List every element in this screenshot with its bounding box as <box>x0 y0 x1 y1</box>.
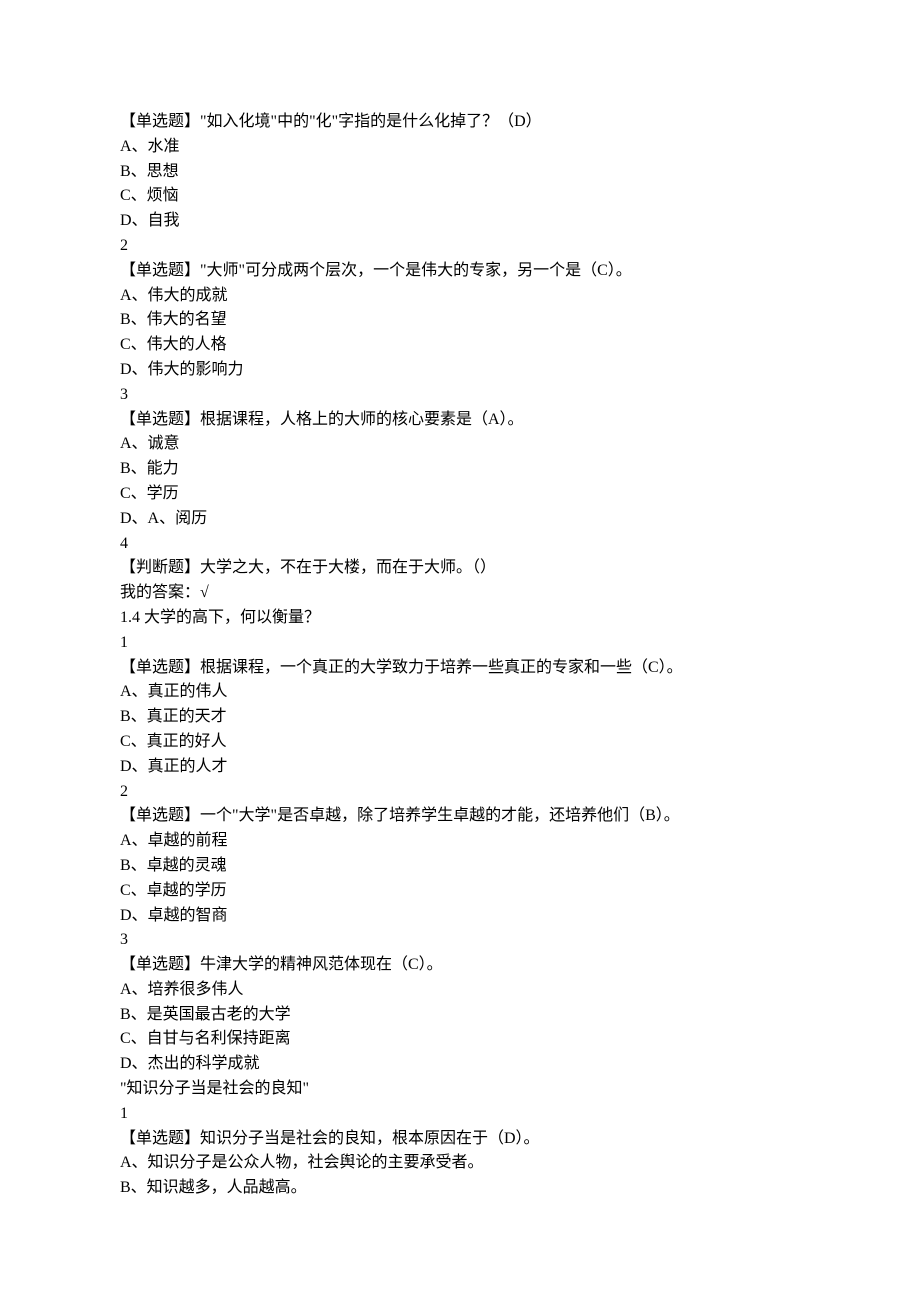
text-line: D、自我 <box>120 209 800 234</box>
text-line: 1 <box>120 631 800 656</box>
text-line: B、是英国最古老的大学 <box>120 1003 800 1028</box>
text-line: C、真正的好人 <box>120 730 800 755</box>
text-line: C、烦恼 <box>120 184 800 209</box>
text-line: A、水准 <box>120 135 800 160</box>
text-line: C、伟大的人格 <box>120 333 800 358</box>
text-line: 2 <box>120 234 800 259</box>
text-line: "知识分子当是社会的良知" <box>120 1077 800 1102</box>
text-line: B、思想 <box>120 160 800 185</box>
text-line: 【单选题】根据课程，一个真正的大学致力于培养一些真正的专家和一些（C）。 <box>120 656 800 681</box>
text-line: 【单选题】牛津大学的精神风范体现在（C）。 <box>120 953 800 978</box>
text-line: 2 <box>120 780 800 805</box>
text-line: 1 <box>120 1102 800 1127</box>
text-line: 【单选题】根据课程，人格上的大师的核心要素是（A）。 <box>120 408 800 433</box>
text-line: A、培养很多伟人 <box>120 978 800 1003</box>
text-line: 3 <box>120 383 800 408</box>
text-line: B、真正的天才 <box>120 705 800 730</box>
text-line: A、真正的伟人 <box>120 680 800 705</box>
text-line: 【判断题】大学之大，不在于大楼，而在于大师。（） <box>120 556 800 581</box>
text-line: B、知识越多，人品越高。 <box>120 1176 800 1201</box>
document-page: 【单选题】"如入化境"中的"化"字指的是什么化掉了？（D）A、水准B、思想C、烦… <box>0 0 920 1261</box>
text-line: 3 <box>120 928 800 953</box>
text-line: 1.4 大学的高下，何以衡量？ <box>120 606 800 631</box>
text-line: C、自甘与名利保持距离 <box>120 1027 800 1052</box>
text-line: D、卓越的智商 <box>120 904 800 929</box>
text-line: D、杰出的科学成就 <box>120 1052 800 1077</box>
text-line: A、诚意 <box>120 432 800 457</box>
text-line: A、知识分子是公众人物，社会舆论的主要承受者。 <box>120 1151 800 1176</box>
text-line: 【单选题】一个"大学"是否卓越，除了培养学生卓越的才能，还培养他们（B）。 <box>120 804 800 829</box>
text-line: C、卓越的学历 <box>120 879 800 904</box>
text-line: C、学历 <box>120 482 800 507</box>
text-line: A、伟大的成就 <box>120 284 800 309</box>
text-line: 【单选题】"大师"可分成两个层次，一个是伟大的专家，另一个是（C）。 <box>120 259 800 284</box>
text-line: B、伟大的名望 <box>120 308 800 333</box>
text-line: D、伟大的影响力 <box>120 358 800 383</box>
text-line: 4 <box>120 532 800 557</box>
text-line: D、A、阅历 <box>120 507 800 532</box>
text-line: 【单选题】知识分子当是社会的良知，根本原因在于（D）。 <box>120 1127 800 1152</box>
text-line: A、卓越的前程 <box>120 829 800 854</box>
text-line: B、能力 <box>120 457 800 482</box>
text-line: 【单选题】"如入化境"中的"化"字指的是什么化掉了？（D） <box>120 110 800 135</box>
text-line: 我的答案：√ <box>120 581 800 606</box>
text-line: B、卓越的灵魂 <box>120 854 800 879</box>
text-line: D、真正的人才 <box>120 755 800 780</box>
